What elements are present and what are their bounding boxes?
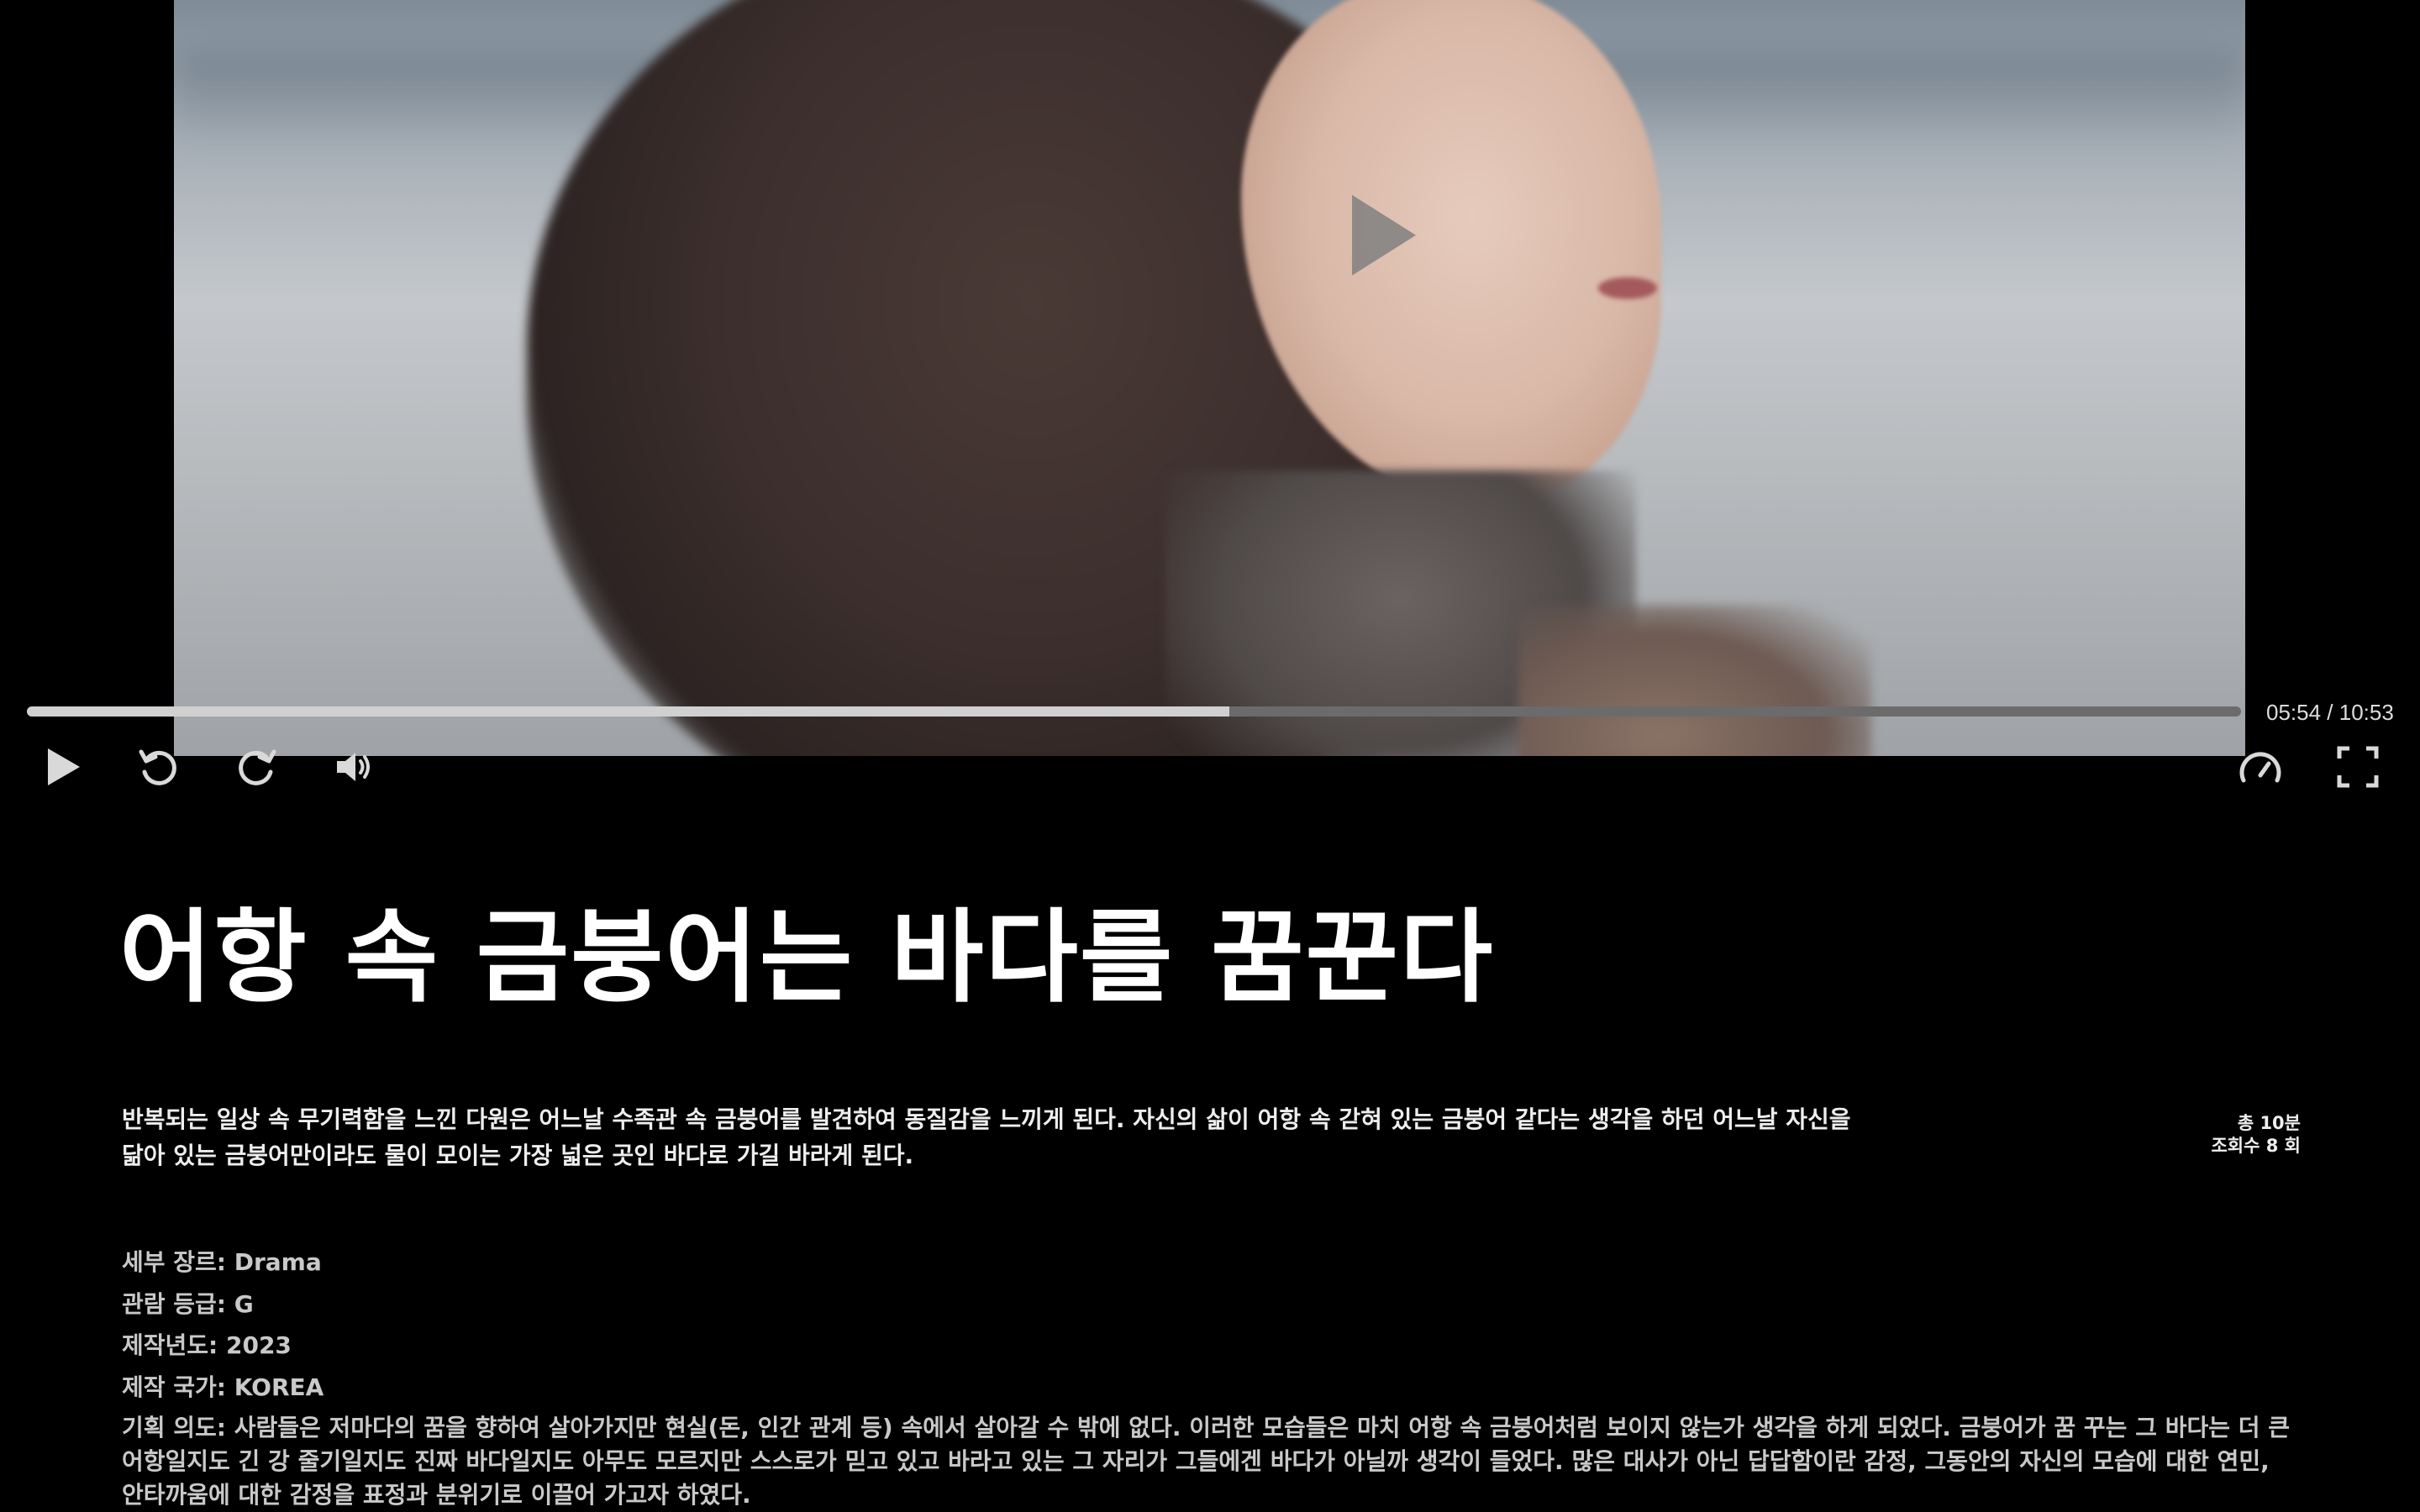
rewind-icon: [139, 749, 176, 785]
speed-button[interactable]: [2237, 743, 2284, 790]
fullscreen-button[interactable]: [2334, 743, 2381, 790]
video-frame[interactable]: [174, 0, 2245, 756]
movie-views: 조회수 8 회: [2211, 1136, 2301, 1156]
progress-bar[interactable]: [27, 706, 2241, 717]
video-subject-lips: [1598, 277, 1657, 299]
movie-title: 어항 속 금붕어는 바다를 꿈꾼다: [119, 900, 1495, 1016]
rewind-button[interactable]: [134, 743, 182, 790]
detail-intent: 기획 의도: 사람들은 저마다의 꿈을 향하여 살아가지만 현실(돈, 인간 관…: [122, 1414, 2290, 1509]
forward-button[interactable]: [234, 743, 281, 790]
center-play-icon[interactable]: [1352, 195, 1416, 276]
detail-rating: 관람 등급: G: [122, 1290, 254, 1318]
movie-meta: 총 10분 조회수 8 회: [2211, 1112, 2301, 1158]
movie-duration: 총 10분: [2237, 1113, 2301, 1133]
volume-button[interactable]: [332, 743, 379, 790]
volume-icon: [337, 753, 370, 781]
video-subject-coat: [1518, 605, 1871, 756]
fullscreen-icon: [2337, 746, 2379, 788]
play-button[interactable]: [38, 743, 85, 790]
detail-genre: 세부 장르: Drama: [122, 1248, 322, 1276]
detail-year: 제작년도: 2023: [122, 1331, 292, 1359]
video-page: 05:54 / 10:53 어항 속 금붕어는 바다를 꿈꾼다 반복되는 일상 …: [0, 0, 2420, 1512]
speedometer-icon: [2239, 752, 2281, 783]
time-readout: 05:54 / 10:53: [2266, 700, 2394, 725]
play-icon: [48, 748, 80, 785]
forward-icon: [239, 749, 276, 785]
detail-country: 제작 국가: KOREA: [122, 1373, 324, 1401]
movie-synopsis: 반복되는 일상 속 무기력함을 느낀 다원은 어느날 수족관 속 금붕어를 발견…: [122, 1105, 1851, 1169]
progress-bar-fill: [27, 706, 1229, 717]
